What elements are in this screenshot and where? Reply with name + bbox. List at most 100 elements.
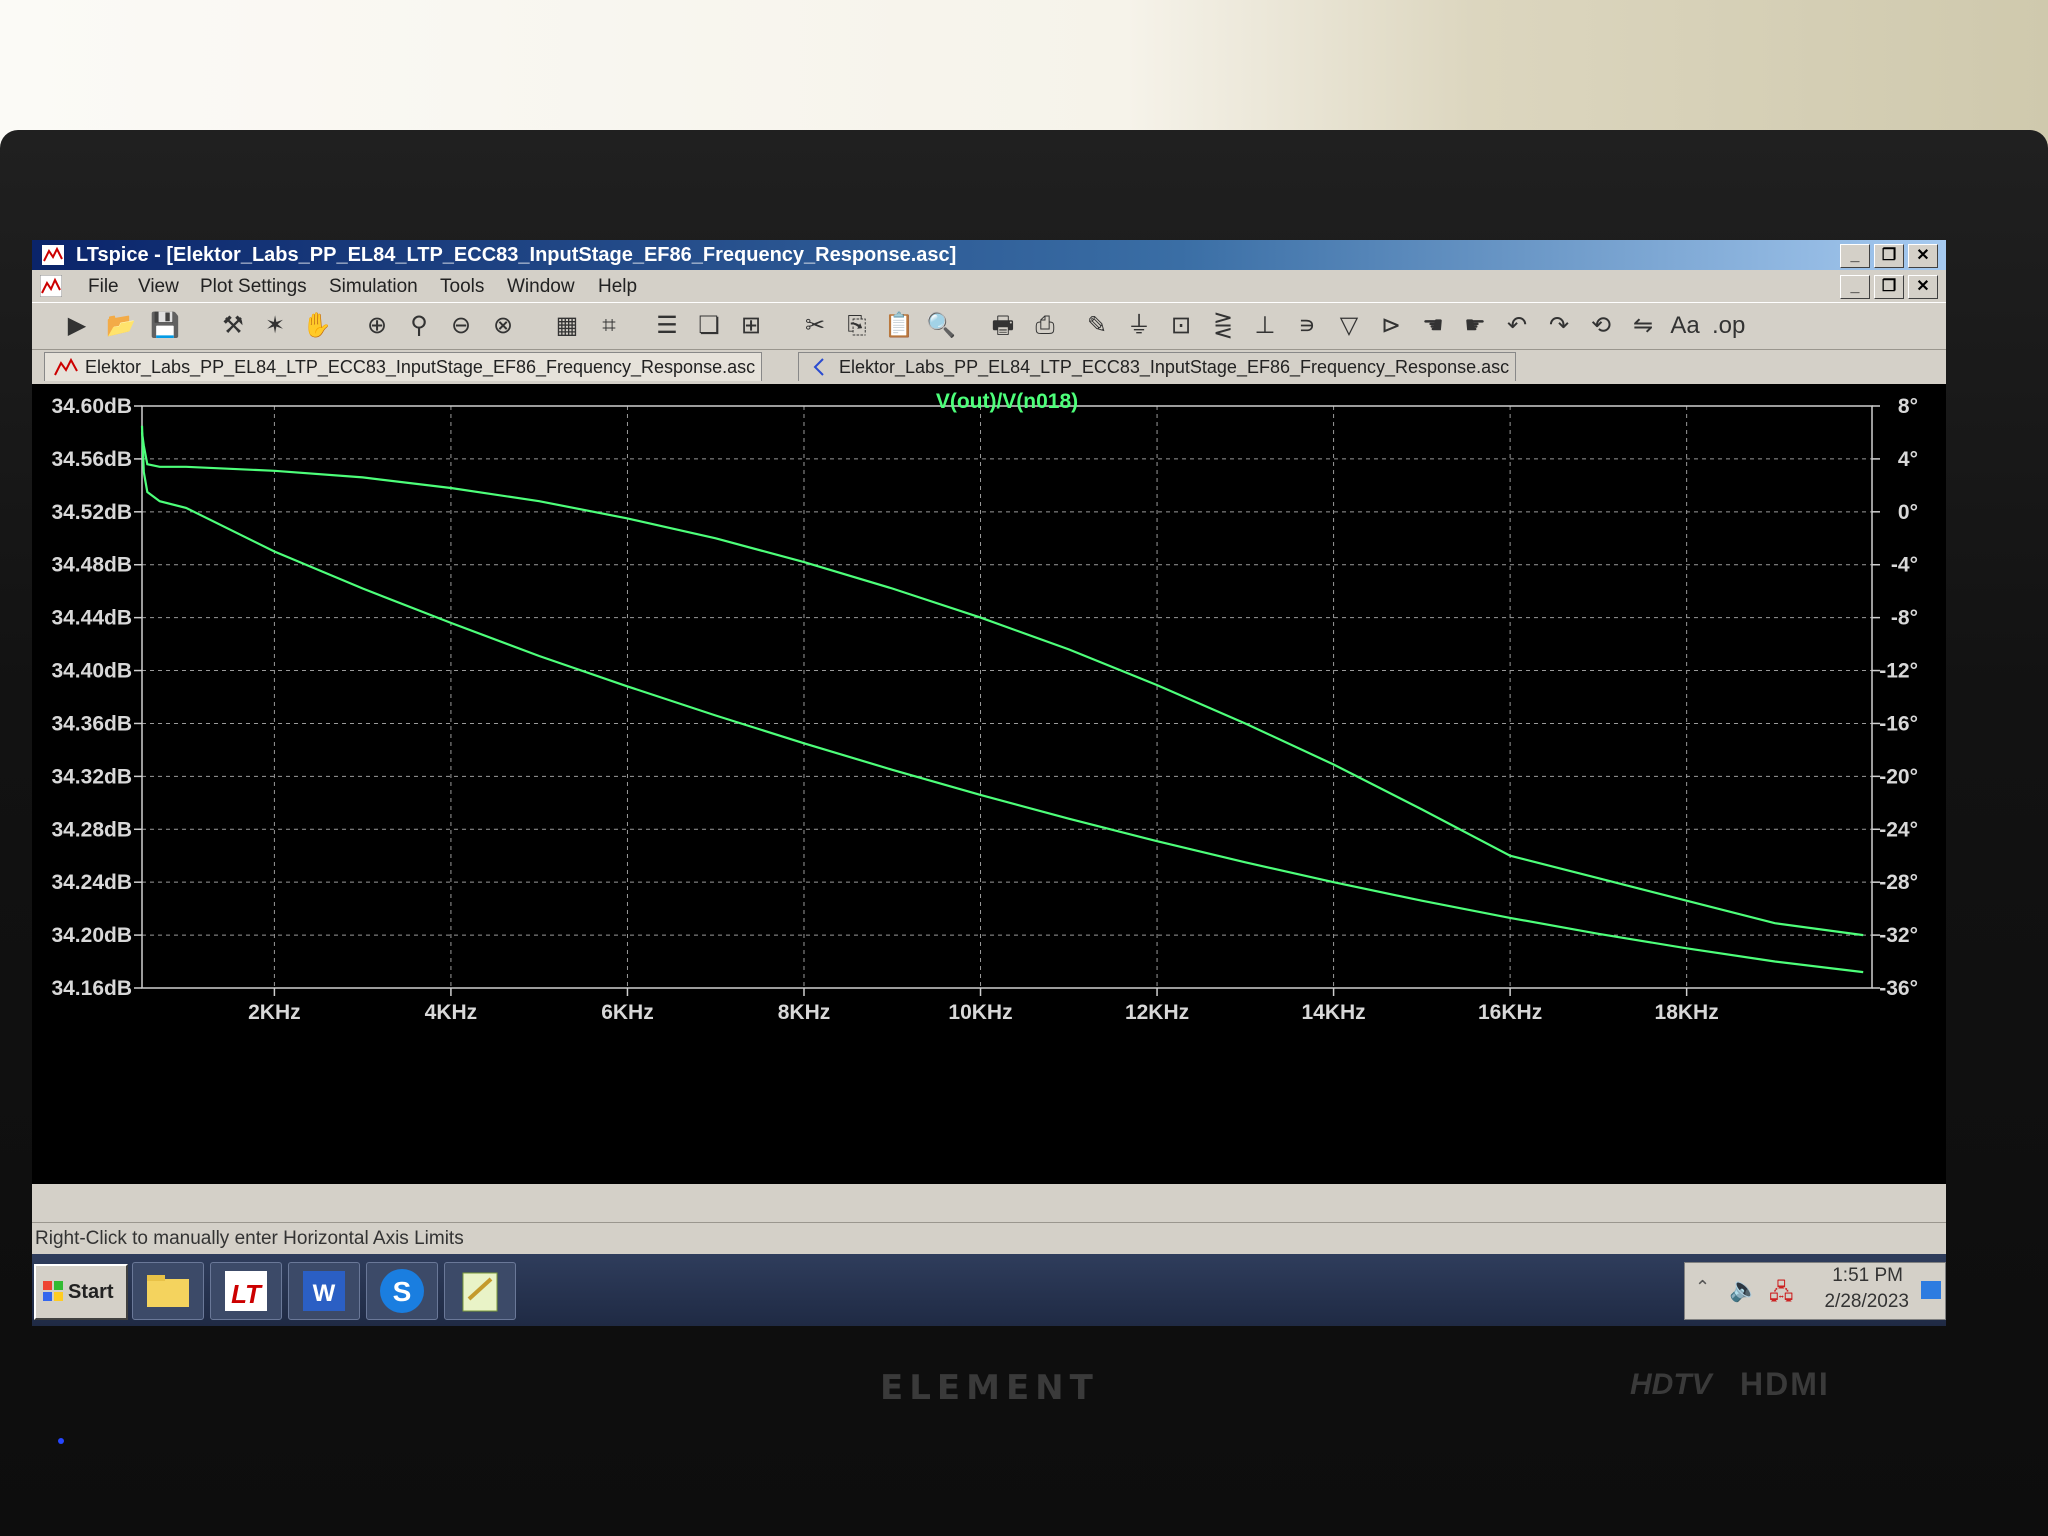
open-icon[interactable]: 📂 — [106, 311, 136, 341]
x-tick-label: 6KHz — [601, 1001, 654, 1024]
print-preview-icon[interactable]: 🖶 — [988, 311, 1018, 341]
ground-icon[interactable]: ⏚ — [1124, 311, 1154, 341]
mdi-minimize-button[interactable]: _ — [1840, 275, 1870, 299]
inductor-icon[interactable]: ∍ — [1292, 311, 1322, 341]
plot-window-icon — [40, 275, 62, 297]
screen: LTspice - [Elektor_Labs_PP_EL84_LTP_ECC8… — [32, 240, 1946, 1326]
copy-icon[interactable]: ⎘ — [842, 311, 872, 341]
menu-help[interactable]: Help — [598, 276, 637, 298]
power-led — [58, 1438, 64, 1444]
zoom-in-icon[interactable]: ⊕ — [362, 311, 392, 341]
x-tick-label: 4KHz — [425, 1001, 478, 1024]
menu-simulation[interactable]: Simulation — [329, 276, 418, 298]
cut-icon[interactable]: ✂ — [800, 311, 830, 341]
y2-tick-label: -8° — [1891, 607, 1918, 630]
y-tick-label: 34.20dB — [51, 924, 132, 947]
rotate-icon[interactable]: ⟲ — [1586, 311, 1616, 341]
paste-icon[interactable]: 📋 — [884, 311, 914, 341]
volume-icon[interactable]: 🔈 — [1729, 1275, 1759, 1304]
notes-taskbar-button[interactable] — [444, 1262, 516, 1320]
restore-button[interactable]: ❐ — [1874, 244, 1904, 268]
mirror-icon[interactable]: ⇋ — [1628, 311, 1658, 341]
tab-waveform[interactable]: Elektor_Labs_PP_EL84_LTP_ECC83_InputStag… — [44, 352, 763, 381]
svg-text:W: W — [313, 1280, 336, 1307]
y-tick-label: 34.48dB — [51, 554, 132, 577]
y-tick-label: 34.32dB — [51, 765, 132, 788]
menu-tools[interactable]: Tools — [440, 276, 484, 298]
wire-icon[interactable]: ✎ — [1082, 311, 1112, 341]
y2-tick-label: -20° — [1879, 765, 1918, 788]
x-tick-label: 16KHz — [1478, 1001, 1542, 1024]
menu-plot-settings[interactable]: Plot Settings — [200, 276, 307, 298]
control-panel-icon[interactable]: ⚒ — [218, 311, 248, 341]
diode-icon[interactable]: ▽ — [1334, 311, 1364, 341]
hdmi-logo: HDMI — [1740, 1366, 1830, 1402]
clock-date[interactable]: 2/28/2023 — [1824, 1291, 1909, 1313]
text-icon[interactable]: Aa — [1670, 311, 1700, 341]
run-simulation-icon[interactable]: ✶ — [260, 311, 290, 341]
zoom-cancel-icon[interactable]: ⊗ — [488, 311, 518, 341]
x-tick-label: 10KHz — [948, 1001, 1012, 1024]
capacitor-icon[interactable]: ⊥ — [1250, 311, 1280, 341]
show-desktop-icon[interactable] — [1921, 1281, 1941, 1299]
y-tick-label: 34.44dB — [51, 607, 132, 630]
mark-icon[interactable]: ⌗ — [594, 311, 624, 341]
minimize-button[interactable]: _ — [1840, 244, 1870, 268]
label-icon[interactable]: ⊡ — [1166, 311, 1196, 341]
tile-icon[interactable]: ⊞ — [736, 311, 766, 341]
find-icon[interactable]: 🔍 — [926, 311, 956, 341]
y2-tick-label: -24° — [1879, 818, 1918, 841]
taskbar: Start LT W S ⌃ � — [32, 1254, 1946, 1326]
tab-schematic-label: Elektor_Labs_PP_EL84_LTP_ECC83_InputStag… — [839, 357, 1510, 377]
word-icon: W — [303, 1271, 345, 1311]
trace-label[interactable]: V(out)/V(n018) — [936, 390, 1078, 413]
menu-file[interactable]: File — [88, 276, 119, 298]
waveform-plot-svg[interactable]: V(out)/V(n018) 34.60dB 34.56dB 34.52dB 34.4… — [32, 384, 1946, 1184]
pan-icon[interactable]: ✋ — [302, 311, 332, 341]
run-icon[interactable]: ▶ — [62, 311, 92, 341]
tray-expand-icon[interactable]: ⌃ — [1695, 1277, 1710, 1298]
network-disconnected-icon[interactable]: 🖧 — [1769, 1275, 1794, 1313]
word-taskbar-button[interactable]: W — [288, 1262, 360, 1320]
mdi-close-button[interactable]: ✕ — [1908, 275, 1938, 299]
clock-time[interactable]: 1:51 PM — [1832, 1265, 1903, 1287]
component-icon[interactable]: ⊳ — [1376, 311, 1406, 341]
y2-tick-label: -32° — [1879, 924, 1918, 947]
status-bar: Right-Click to manually enter Horizontal… — [32, 1222, 1946, 1255]
tab-schematic[interactable]: Elektor_Labs_PP_EL84_LTP_ECC83_InputStag… — [798, 352, 1517, 381]
start-button[interactable]: Start — [34, 1264, 128, 1320]
drag-icon[interactable]: ☛ — [1460, 311, 1490, 341]
autorange-icon[interactable]: ▦ — [552, 311, 582, 341]
zoom-out-icon[interactable]: ⊖ — [446, 311, 476, 341]
y2-tick-label: -12° — [1879, 660, 1918, 683]
undo-icon[interactable]: ↶ — [1502, 311, 1532, 341]
tile-horizontal-icon[interactable]: ☰ — [652, 311, 682, 341]
y-tick-label: 34.60dB — [51, 395, 132, 418]
mdi-restore-button[interactable]: ❐ — [1874, 275, 1904, 299]
print-icon[interactable]: ⎙ — [1030, 311, 1060, 341]
ltspice-app-icon — [42, 245, 64, 265]
tab-waveform-label: Elektor_Labs_PP_EL84_LTP_ECC83_InputStag… — [85, 357, 756, 377]
ltspice-taskbar-button[interactable]: LT — [210, 1262, 282, 1320]
skype-icon: S — [380, 1269, 424, 1313]
y-tick-label: 34.36dB — [51, 712, 132, 735]
menu-view[interactable]: View — [138, 276, 179, 298]
waveform-plot[interactable]: V(out)/V(n018) 34.60dB 34.56dB 34.52dB 34.4… — [32, 384, 1946, 1184]
document-tabs: Elektor_Labs_PP_EL84_LTP_ECC83_InputStag… — [32, 350, 1946, 382]
save-icon[interactable]: 💾 — [150, 311, 180, 341]
close-button[interactable]: ✕ — [1908, 244, 1938, 268]
zoom-area-icon[interactable]: ⚲ — [404, 311, 434, 341]
system-tray: ⌃ 🔈 🖧 1:51 PM 2/28/2023 — [1684, 1262, 1946, 1320]
explorer-taskbar-button[interactable] — [132, 1262, 204, 1320]
resistor-icon[interactable]: ⋛ — [1208, 311, 1238, 341]
menu-bar: File View Plot Settings Simulation Tools… — [32, 270, 1946, 302]
move-icon[interactable]: ☚ — [1418, 311, 1448, 341]
redo-icon[interactable]: ↷ — [1544, 311, 1574, 341]
y-tick-label: 34.56dB — [51, 448, 132, 471]
menu-window[interactable]: Window — [507, 276, 575, 298]
y-tick-label: 34.28dB — [51, 818, 132, 841]
cascade-icon[interactable]: ❏ — [694, 311, 724, 341]
x-tick-label: 8KHz — [778, 1001, 831, 1024]
spice-directive-icon[interactable]: .op — [1712, 311, 1745, 341]
skype-taskbar-button[interactable]: S — [366, 1262, 438, 1320]
